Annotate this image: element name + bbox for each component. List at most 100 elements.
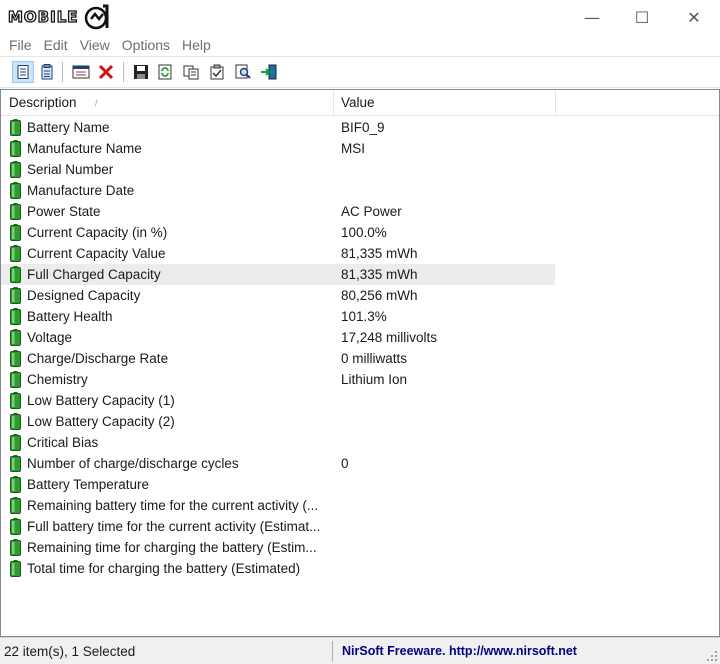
table-row[interactable]: Chemistry Lithium Ion [1,369,719,390]
html-report-button[interactable] [12,61,34,83]
battery-icon [10,476,21,493]
toolbar-separator [123,62,124,82]
table-row[interactable]: Power State AC Power [1,201,719,222]
find-button[interactable] [232,61,254,83]
resize-grip-icon[interactable] [706,650,718,662]
table-row[interactable]: Remaining time for charging the battery … [1,537,719,558]
row-value: BIF0_9 [341,120,385,135]
status-item-count: 22 item(s), 1 Selected [4,644,136,659]
html-report-icon [17,65,29,79]
row-description: Serial Number [27,162,114,177]
exit-button[interactable] [258,61,280,83]
table-row[interactable]: Battery Temperature [1,474,719,495]
minimize-icon: — [584,7,600,27]
row-value: 80,256 mWh [341,288,418,303]
delete-button[interactable] [95,61,117,83]
table-row[interactable]: Current Capacity Value 81,335 mWh [1,243,719,264]
save-button[interactable] [130,61,152,83]
menu-edit[interactable]: Edit [38,37,74,53]
list-header: Description / Value [1,90,719,116]
properties-button[interactable] [206,61,228,83]
maximize-button[interactable]: ☐ [618,0,666,34]
table-row[interactable]: Total time for charging the battery (Est… [1,558,719,579]
properties-window-button[interactable] [70,61,92,83]
table-row[interactable]: Battery Name BIF0_9 [1,117,719,138]
table-row[interactable]: Manufacture Name MSI [1,138,719,159]
row-value: 81,335 mWh [341,267,418,282]
table-row[interactable]: Battery Health 101.3% [1,306,719,327]
row-description: Total time for charging the battery (Est… [27,561,301,576]
table-row[interactable]: Full Charged Capacity 81,335 mWh [1,264,719,285]
row-value: Lithium Ion [341,372,408,387]
row-description: Remaining time for charging the battery … [27,540,317,555]
row-description: Battery Health [27,309,113,324]
battery-icon [10,245,21,262]
table-row[interactable]: Voltage 17,248 millivolts [1,327,719,348]
menu-bar: File Edit View Options Help [0,34,720,56]
text-report-icon [41,64,53,80]
maximize-icon: ☐ [634,7,650,27]
battery-icon [10,392,21,409]
battery-icon [10,413,21,430]
minimize-button[interactable]: — [568,0,616,34]
row-description: Designed Capacity [27,288,141,303]
column-header-description[interactable]: Description / [1,90,333,116]
row-value: MSI [341,141,366,156]
table-row[interactable]: Charge/Discharge Rate 0 milliwatts [1,348,719,369]
menu-view[interactable]: View [74,37,116,53]
properties-icon [210,64,224,80]
menu-options[interactable]: Options [116,37,176,53]
table-row[interactable]: Serial Number [1,159,719,180]
row-description: Current Capacity Value [27,246,166,261]
app-logo: MOBILE [6,4,111,30]
table-row[interactable]: Full battery time for the current activi… [1,516,719,537]
table-row[interactable]: Designed Capacity 80,256 mWh [1,285,719,306]
battery-info-list[interactable]: Description / Value Battery Name BIF0_9 Ma… [0,89,720,637]
battery-icon [10,497,21,514]
row-description: Chemistry [27,372,88,387]
row-description: Full Charged Capacity [27,267,161,282]
battery-icon [10,308,21,325]
menu-file[interactable]: File [3,37,38,53]
battery-icon [10,329,21,346]
copy-button[interactable] [180,61,202,83]
title-bar: MOBILE — ☐ ✕ [0,0,720,34]
battery-icon [10,518,21,535]
logo-badge-icon [84,4,108,30]
row-description: Power State [27,204,101,219]
battery-icon [10,434,21,451]
column-divider[interactable] [555,90,556,116]
row-description: Battery Temperature [27,477,150,492]
battery-icon [10,224,21,241]
toolbar-separator [62,62,63,82]
text-report-button[interactable] [36,61,58,83]
nirsoft-link[interactable]: NirSoft Freeware. http://www.nirsoft.net [342,638,577,664]
battery-icon [10,371,21,388]
row-description: Remaining battery time for the current a… [27,498,319,513]
table-row[interactable]: Current Capacity (in %) 100.0% [1,222,719,243]
table-row[interactable]: Manufacture Date [1,180,719,201]
row-description: Critical Bias [27,435,99,450]
table-row[interactable]: Critical Bias [1,432,719,453]
row-value: 101.3% [341,309,387,324]
row-description: Charge/Discharge Rate [27,351,169,366]
row-description: Low Battery Capacity (1) [27,393,175,408]
status-divider [332,641,333,662]
table-row[interactable]: Remaining battery time for the current a… [1,495,719,516]
row-description: Current Capacity (in %) [27,225,168,240]
table-row[interactable]: Low Battery Capacity (2) [1,411,719,432]
menu-help[interactable]: Help [176,37,217,53]
battery-icon [10,560,21,577]
save-icon [134,65,148,79]
row-description: Manufacture Name [27,141,142,156]
row-description: Battery Name [27,120,110,135]
refresh-button[interactable] [154,61,176,83]
row-value: AC Power [341,204,402,219]
table-row[interactable]: Low Battery Capacity (1) [1,390,719,411]
find-icon [235,64,251,79]
column-header-value[interactable]: Value [333,90,555,116]
battery-icon [10,350,21,367]
logo-text: MOBILE [7,7,79,26]
close-button[interactable]: ✕ [670,0,718,34]
table-row[interactable]: Number of charge/discharge cycles 0 [1,453,719,474]
